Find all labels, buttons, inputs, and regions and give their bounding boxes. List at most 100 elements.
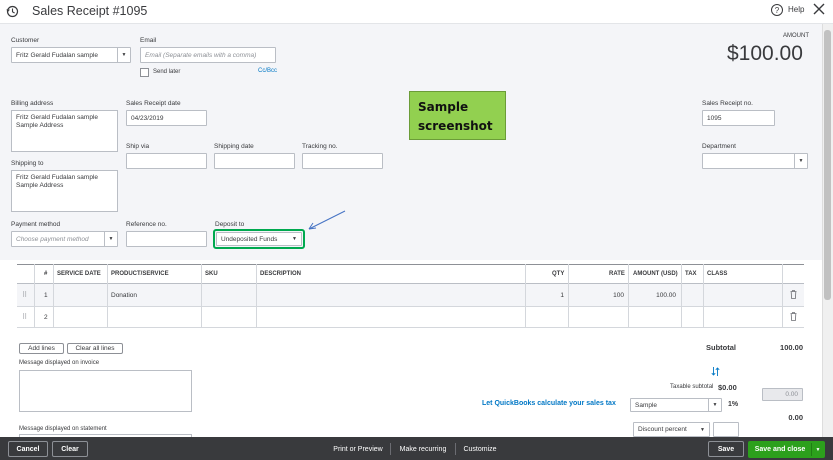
col-header-rate[interactable]: RATE [609, 271, 625, 277]
col-divider [201, 264, 202, 327]
tax-rate-value: Sample [635, 401, 658, 409]
scrollbar-thumb[interactable] [824, 30, 831, 300]
row-num: 1 [44, 292, 48, 299]
drag-handle-icon[interactable]: ⠿ [22, 313, 27, 321]
chevron-down-icon[interactable]: ▼ [117, 48, 130, 62]
col-divider [681, 264, 682, 327]
col-divider [703, 264, 704, 327]
payment-method-label: Payment method [11, 221, 61, 228]
receipt-date-input[interactable]: 04/23/2019 [126, 110, 207, 126]
email-input[interactable]: Email (Separate emails with a comma) [140, 47, 276, 63]
billing-address-label: Billing address [11, 100, 54, 107]
footer-divider [455, 443, 456, 455]
col-header-num: # [44, 271, 48, 277]
col-divider [34, 264, 35, 327]
col-divider [53, 264, 54, 327]
col-divider [256, 264, 257, 327]
shipping-date-label: Shipping date [214, 143, 254, 150]
annotation-arrow-icon [308, 210, 346, 230]
cc-bcc-link[interactable]: Cc/Bcc [258, 68, 277, 74]
ship-via-input[interactable] [126, 153, 207, 169]
shipping-date-input[interactable] [214, 153, 295, 169]
add-lines-button[interactable]: Add lines [19, 343, 64, 354]
close-icon[interactable] [813, 3, 825, 15]
row-rate[interactable]: 100 [580, 292, 624, 299]
customize-button[interactable]: Customize [460, 441, 500, 457]
table-row-rule [17, 306, 804, 307]
save-button[interactable]: Save [708, 441, 744, 457]
shipping-to-input[interactable]: Fritz Gerald Fudalan sample Sample Addre… [11, 170, 118, 212]
department-label: Department [702, 143, 736, 150]
col-header-tax[interactable]: TAX [685, 271, 697, 277]
col-divider [782, 264, 783, 327]
print-preview-button[interactable]: Print or Preview [330, 441, 386, 457]
chevron-down-icon[interactable]: ▼ [696, 423, 709, 436]
row-amount[interactable]: 100.00 [632, 292, 676, 299]
receipt-no-input[interactable]: 1095 [702, 110, 775, 126]
payment-method-select[interactable]: Choose payment method ▼ [11, 231, 118, 247]
billing-address-input[interactable]: Fritz Gerald Fudalan sample Sample Addre… [11, 110, 118, 152]
sort-arrows-icon[interactable] [711, 366, 720, 377]
clear-all-lines-button[interactable]: Clear all lines [67, 343, 123, 354]
help-icon[interactable]: ? [771, 4, 783, 16]
deposit-to-select[interactable]: Undeposited Funds ▼ [216, 232, 302, 246]
row-product[interactable]: Donation [111, 292, 137, 299]
col-header-amount[interactable]: AMOUNT (USD) [633, 271, 678, 277]
callout-line-1: Sample [418, 100, 469, 114]
col-divider [628, 264, 629, 327]
help-label[interactable]: Help [788, 5, 804, 14]
col-header-product[interactable]: PRODUCT/SERVICE [111, 271, 169, 277]
chevron-down-icon[interactable]: ▼ [104, 232, 117, 246]
taxable-subtotal-value: $0.00 [718, 383, 737, 392]
chevron-down-icon[interactable]: ▼ [708, 399, 721, 411]
send-later-checkbox[interactable] [140, 68, 149, 77]
footer-divider [390, 443, 391, 455]
tracking-no-input[interactable] [302, 153, 383, 169]
tax-percent: 1% [728, 401, 739, 408]
subtotal-value: 100.00 [780, 343, 803, 352]
col-divider [568, 264, 569, 327]
save-close-button[interactable]: Save and close [749, 441, 811, 458]
chevron-down-icon[interactable]: ▼ [288, 233, 301, 245]
reference-no-input[interactable] [126, 231, 207, 247]
discount-value-input[interactable] [713, 422, 739, 437]
department-select[interactable]: ▼ [702, 153, 808, 169]
receipt-no-label: Sales Receipt no. [702, 100, 753, 107]
col-header-class[interactable]: CLASS [707, 271, 727, 277]
customer-select[interactable]: Fritz Gerald Fudalan sample ▼ [11, 47, 131, 63]
recent-transactions-icon[interactable] [6, 5, 19, 18]
chevron-down-icon[interactable]: ▼ [794, 154, 807, 168]
make-recurring-button[interactable]: Make recurring [395, 441, 451, 457]
trash-icon[interactable] [790, 312, 797, 321]
customer-value: Fritz Gerald Fudalan sample [16, 51, 99, 59]
deposit-to-value: Undeposited Funds [221, 235, 278, 243]
tracking-no-label: Tracking no. [302, 143, 338, 150]
message-invoice-input[interactable] [19, 370, 192, 412]
message-statement-label: Message displayed on statement [19, 426, 107, 432]
deposit-to-label: Deposit to [215, 221, 245, 228]
ship-via-label: Ship via [126, 143, 150, 150]
chevron-down-icon[interactable]: ▼ [812, 441, 824, 458]
email-label: Email [140, 37, 157, 44]
trash-icon[interactable] [790, 290, 797, 299]
col-header-service-date[interactable]: SERVICE DATE [57, 271, 101, 277]
calculate-sales-tax-link[interactable]: Let QuickBooks calculate your sales tax [482, 400, 616, 407]
page-title: Sales Receipt #1095 [32, 4, 148, 18]
row-qty[interactable]: 1 [520, 292, 564, 299]
shipping-to-label: Shipping to [11, 160, 44, 167]
cancel-button[interactable]: Cancel [8, 441, 48, 457]
col-header-description[interactable]: DESCRIPTION [260, 271, 301, 277]
payment-method-placeholder: Choose payment method [16, 235, 89, 243]
send-later-label: Send later [153, 69, 181, 75]
col-header-qty[interactable]: QTY [552, 271, 564, 277]
col-divider [107, 264, 108, 327]
receipt-date-label: Sales Receipt date [126, 100, 181, 107]
col-header-sku[interactable]: SKU [205, 271, 218, 277]
tax-rate-select[interactable]: Sample ▼ [630, 398, 722, 412]
drag-handle-icon[interactable]: ⠿ [22, 291, 27, 299]
discount-type-select[interactable]: Discount percent ▼ [633, 422, 710, 437]
clear-button[interactable]: Clear [52, 441, 88, 457]
message-invoice-label: Message displayed on invoice [19, 360, 100, 366]
row-num: 2 [44, 314, 48, 321]
tax-amount-input[interactable]: 0.00 [762, 388, 803, 401]
